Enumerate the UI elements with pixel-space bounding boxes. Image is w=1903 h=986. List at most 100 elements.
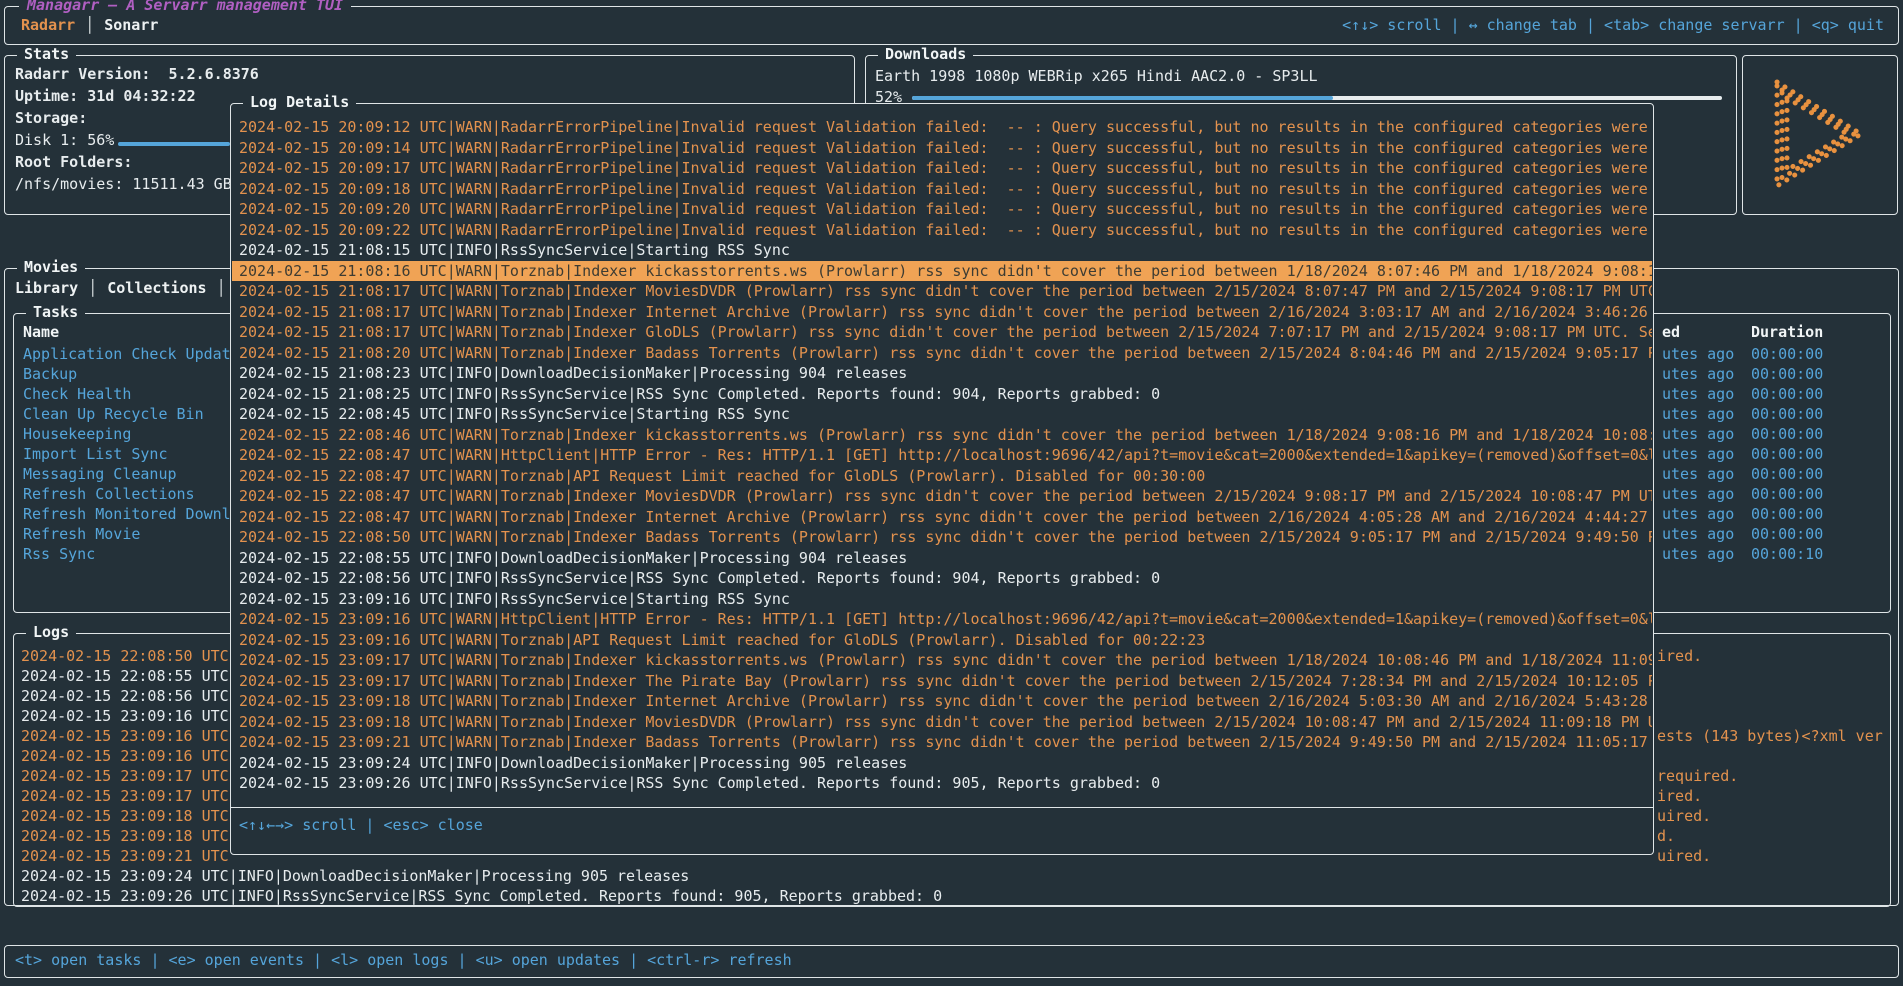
- log-detail-row[interactable]: 2024-02-15 21:08:20 UTC|WARN|Torznab|Ind…: [232, 343, 1652, 364]
- log-row[interactable]: 2024-02-15 23:09:26 UTC|INFO|RssSyncServ…: [15, 886, 1889, 906]
- log-detail-row[interactable]: 2024-02-15 23:09:17 UTC|WARN|Torznab|Ind…: [232, 671, 1652, 692]
- log-detail-row[interactable]: 2024-02-15 20:09:20 UTC|WARN|RadarrError…: [232, 199, 1652, 220]
- managarr-logo-icon: [1743, 56, 1897, 212]
- log-detail-row-selected[interactable]: 2024-02-15 21:08:16 UTC|WARN|Torznab|Ind…: [232, 261, 1652, 282]
- task-row-duration[interactable]: 00:00:00: [1751, 504, 1823, 524]
- task-row-duration[interactable]: 00:00:00: [1751, 524, 1823, 544]
- tasks-col-duration-header: Duration: [1751, 323, 1823, 341]
- log-details-rows[interactable]: 2024-02-15 20:09:12 UTC|WARN|RadarrError…: [232, 117, 1652, 794]
- log-detail-row[interactable]: 2024-02-15 21:08:25 UTC|INFO|RssSyncServ…: [232, 384, 1652, 405]
- task-row-name[interactable]: Import List Sync: [23, 444, 239, 464]
- logs-title: Logs: [26, 623, 76, 641]
- task-row-duration[interactable]: 00:00:00: [1751, 464, 1823, 484]
- log-row-left-text: 2024-02-15 23:09:26 UTC|INFO|RssSyncServ…: [21, 887, 942, 905]
- task-row-queued[interactable]: utes ago: [1662, 364, 1734, 384]
- log-row-left-text: 2024-02-15 23:09:16 UTC: [21, 727, 229, 745]
- task-row-name[interactable]: Application Check Updat: [23, 344, 239, 364]
- task-row-duration[interactable]: 00:00:00: [1751, 484, 1823, 504]
- task-row-queued[interactable]: utes ago: [1662, 424, 1734, 444]
- log-detail-row[interactable]: 2024-02-15 23:09:24 UTC|INFO|DownloadDec…: [232, 753, 1652, 774]
- log-detail-row[interactable]: 2024-02-15 23:09:16 UTC|INFO|RssSyncServ…: [232, 589, 1652, 610]
- log-detail-row[interactable]: 2024-02-15 21:08:15 UTC|INFO|RssSyncServ…: [232, 240, 1652, 261]
- task-row-name[interactable]: Refresh Movie: [23, 524, 239, 544]
- log-row-right-fragment: uired.: [1657, 806, 1711, 826]
- logo-panel: [1742, 55, 1898, 215]
- log-row-right-fragment: uired.: [1657, 846, 1711, 866]
- movies-title: Movies: [17, 258, 85, 276]
- log-detail-row[interactable]: 2024-02-15 22:08:45 UTC|INFO|RssSyncServ…: [232, 404, 1652, 425]
- log-detail-row[interactable]: 2024-02-15 20:09:12 UTC|WARN|RadarrError…: [232, 117, 1652, 138]
- task-row-name[interactable]: Check Health: [23, 384, 239, 404]
- log-row-left-text: 2024-02-15 22:08:50 UTC: [21, 647, 229, 665]
- task-row-name[interactable]: Refresh Collections: [23, 484, 239, 504]
- task-row-duration[interactable]: 00:00:00: [1751, 384, 1823, 404]
- log-detail-row[interactable]: 2024-02-15 22:08:47 UTC|WARN|HttpClient|…: [232, 445, 1652, 466]
- task-row-queued[interactable]: utes ago: [1662, 444, 1734, 464]
- task-row-name[interactable]: Refresh Monitored Downl: [23, 504, 239, 524]
- task-row-name[interactable]: Messaging Cleanup: [23, 464, 239, 484]
- movies-tabs: Library│Collections│: [15, 279, 236, 297]
- log-detail-row[interactable]: 2024-02-15 22:08:47 UTC|WARN|Torznab|Ind…: [232, 486, 1652, 507]
- download-item[interactable]: Earth 1998 1080p WEBRip x265 Hindi AAC2.…: [875, 67, 1318, 85]
- log-detail-row[interactable]: 2024-02-15 22:08:47 UTC|WARN|Torznab|API…: [232, 466, 1652, 487]
- log-row-right-fragment: ired.: [1657, 646, 1702, 666]
- tab-collections[interactable]: Collections: [107, 279, 206, 297]
- stats-title: Stats: [17, 45, 76, 63]
- log-details-popup: Log Details 2024-02-15 20:09:12 UTC|WARN…: [230, 103, 1654, 855]
- task-row-name[interactable]: Rss Sync: [23, 544, 239, 564]
- log-row-right-fragment: ests (143 bytes)<?xml ver: [1657, 726, 1883, 746]
- task-row-queued[interactable]: utes ago: [1662, 464, 1734, 484]
- log-detail-row[interactable]: 2024-02-15 23:09:16 UTC|WARN|HttpClient|…: [232, 609, 1652, 630]
- log-details-title: Log Details: [243, 93, 356, 111]
- disk-usage: Disk 1: 56%: [15, 131, 114, 149]
- log-row-right-fragment: d.: [1657, 826, 1675, 846]
- task-row-queued[interactable]: utes ago: [1662, 384, 1734, 404]
- task-row-name[interactable]: Clean Up Recycle Bin: [23, 404, 239, 424]
- storage-progress-bar: [118, 142, 230, 146]
- task-row-queued[interactable]: utes ago: [1662, 484, 1734, 504]
- task-row-duration[interactable]: 00:00:00: [1751, 344, 1823, 364]
- log-detail-row[interactable]: 2024-02-15 20:09:17 UTC|WARN|RadarrError…: [232, 158, 1652, 179]
- task-row-queued[interactable]: utes ago: [1662, 404, 1734, 424]
- tab-radarr[interactable]: Radarr: [21, 16, 75, 34]
- task-row-name[interactable]: Housekeeping: [23, 424, 239, 444]
- log-detail-row[interactable]: 2024-02-15 23:09:21 UTC|WARN|Torznab|Ind…: [232, 732, 1652, 753]
- log-detail-row[interactable]: 2024-02-15 23:09:26 UTC|INFO|RssSyncServ…: [232, 773, 1652, 794]
- log-detail-row[interactable]: 2024-02-15 23:09:16 UTC|WARN|Torznab|API…: [232, 630, 1652, 651]
- log-detail-row[interactable]: 2024-02-15 22:08:55 UTC|INFO|DownloadDec…: [232, 548, 1652, 569]
- log-detail-row[interactable]: 2024-02-15 20:09:22 UTC|WARN|RadarrError…: [232, 220, 1652, 241]
- log-detail-row[interactable]: 2024-02-15 20:09:14 UTC|WARN|RadarrError…: [232, 138, 1652, 159]
- task-row-name[interactable]: Backup: [23, 364, 239, 384]
- log-detail-row[interactable]: 2024-02-15 22:08:50 UTC|WARN|Torznab|Ind…: [232, 527, 1652, 548]
- task-row-queued[interactable]: utes ago: [1662, 504, 1734, 524]
- tab-sonarr[interactable]: Sonarr: [104, 16, 158, 34]
- tab-library[interactable]: Library: [15, 279, 78, 297]
- log-detail-row[interactable]: 2024-02-15 23:09:18 UTC|WARN|Torznab|Ind…: [232, 691, 1652, 712]
- tasks-duration-column: 00:00:0000:00:0000:00:0000:00:0000:00:00…: [1751, 344, 1823, 564]
- task-row-duration[interactable]: 00:00:00: [1751, 424, 1823, 444]
- downloads-title: Downloads: [878, 45, 973, 63]
- log-detail-row[interactable]: 2024-02-15 21:08:17 UTC|WARN|Torznab|Ind…: [232, 302, 1652, 323]
- task-row-queued[interactable]: utes ago: [1662, 544, 1734, 564]
- log-detail-row[interactable]: 2024-02-15 22:08:56 UTC|INFO|RssSyncServ…: [232, 568, 1652, 589]
- task-row-duration[interactable]: 00:00:00: [1751, 444, 1823, 464]
- task-row-duration[interactable]: 00:00:10: [1751, 544, 1823, 564]
- log-detail-row[interactable]: 2024-02-15 23:09:18 UTC|WARN|Torznab|Ind…: [232, 712, 1652, 733]
- log-detail-row[interactable]: 2024-02-15 22:08:47 UTC|WARN|Torznab|Ind…: [232, 507, 1652, 528]
- uptime: Uptime: 31d 04:32:22: [15, 87, 196, 105]
- task-row-queued[interactable]: utes ago: [1662, 524, 1734, 544]
- log-detail-row[interactable]: 2024-02-15 21:08:17 UTC|WARN|Torznab|Ind…: [232, 322, 1652, 343]
- log-row-left-text: 2024-02-15 22:08:56 UTC: [21, 687, 229, 705]
- tasks-col-queued-header-fragment: ed: [1662, 323, 1680, 341]
- log-detail-row[interactable]: 2024-02-15 21:08:23 UTC|INFO|DownloadDec…: [232, 363, 1652, 384]
- top-bar: Managarr — A Servarr management TUI Rada…: [4, 6, 1899, 45]
- log-detail-row[interactable]: 2024-02-15 22:08:46 UTC|WARN|Torznab|Ind…: [232, 425, 1652, 446]
- task-row-duration[interactable]: 00:00:00: [1751, 364, 1823, 384]
- task-row-duration[interactable]: 00:00:00: [1751, 404, 1823, 424]
- log-detail-row[interactable]: 2024-02-15 23:09:17 UTC|WARN|Torznab|Ind…: [232, 650, 1652, 671]
- tasks-title: Tasks: [26, 303, 85, 321]
- log-row[interactable]: 2024-02-15 23:09:24 UTC|INFO|DownloadDec…: [15, 866, 1889, 886]
- log-detail-row[interactable]: 2024-02-15 20:09:18 UTC|WARN|RadarrError…: [232, 179, 1652, 200]
- task-row-queued[interactable]: utes ago: [1662, 344, 1734, 364]
- log-detail-row[interactable]: 2024-02-15 21:08:17 UTC|WARN|Torznab|Ind…: [232, 281, 1652, 302]
